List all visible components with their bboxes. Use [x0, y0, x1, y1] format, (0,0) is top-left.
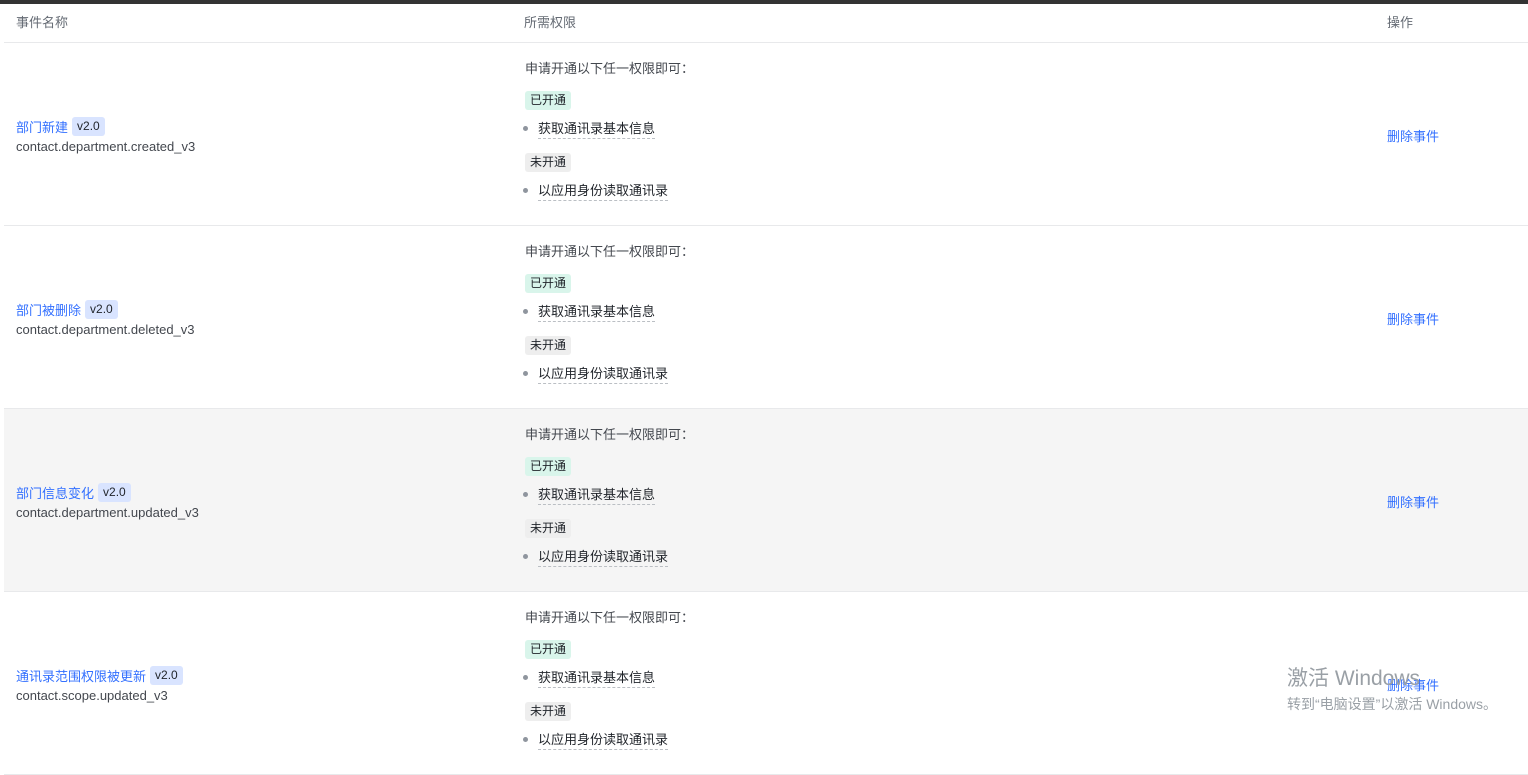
delete-event-button[interactable]: 删除事件 [1387, 492, 1439, 511]
permission-link[interactable]: 以应用身份读取通讯录 [538, 546, 669, 567]
table-row: 部门信息变化 v2.0 contact.department.updated_v… [4, 409, 1528, 592]
event-name-link[interactable]: 部门被删除 [16, 300, 81, 319]
bullet-dot-icon [523, 309, 528, 314]
permission-link[interactable]: 以应用身份读取通讯录 [538, 180, 669, 201]
disabled-status-tag: 未开通 [525, 153, 572, 172]
bullet-dot-icon [523, 371, 528, 376]
permission-link[interactable]: 以应用身份读取通讯录 [538, 729, 669, 750]
event-key: contact.department.updated_v3 [16, 505, 199, 520]
bullet-dot-icon [523, 492, 528, 497]
bullet-dot-icon [523, 737, 528, 742]
permission-item-enabled: 获取通讯录基本信息 [523, 118, 656, 139]
column-header-action: 操作 [1387, 15, 1414, 30]
permission-title: 申请开通以下任一权限即可： [525, 244, 695, 259]
table-header: 事件名称 所需权限 操作 [4, 4, 1528, 43]
permission-link[interactable]: 获取通讯录基本信息 [538, 118, 656, 139]
permission-item-disabled: 以应用身份读取通讯录 [523, 180, 669, 201]
permission-title: 申请开通以下任一权限即可： [525, 610, 695, 625]
bullet-dot-icon [523, 188, 528, 193]
event-table: 事件名称 所需权限 操作 部门新建 v2.0 contact.departmen… [4, 4, 1528, 775]
permission-link[interactable]: 获取通讯录基本信息 [538, 301, 656, 322]
permission-link[interactable]: 获取通讯录基本信息 [538, 484, 656, 505]
version-badge: v2.0 [72, 116, 105, 136]
permission-item-enabled: 获取通讯录基本信息 [523, 667, 656, 688]
event-name-cell: 部门信息变化 v2.0 contact.department.updated_v… [16, 482, 199, 520]
event-name-link[interactable]: 部门新建 [16, 117, 68, 136]
permission-title: 申请开通以下任一权限即可： [525, 61, 695, 76]
permission-item-disabled: 以应用身份读取通讯录 [523, 729, 669, 750]
permission-item-enabled: 获取通讯录基本信息 [523, 301, 656, 322]
enabled-status-tag: 已开通 [525, 457, 572, 476]
delete-event-button[interactable]: 删除事件 [1387, 675, 1439, 694]
event-name-cell: 通讯录范围权限被更新 v2.0 contact.scope.updated_v3 [16, 665, 183, 703]
event-name-link[interactable]: 部门信息变化 [16, 483, 94, 502]
event-key: contact.department.created_v3 [16, 139, 196, 154]
enabled-status-tag: 已开通 [525, 274, 572, 293]
delete-event-button[interactable]: 删除事件 [1387, 126, 1439, 145]
permission-item-enabled: 获取通讯录基本信息 [523, 484, 656, 505]
disabled-status-tag: 未开通 [525, 702, 572, 721]
table-row: 部门被删除 v2.0 contact.department.deleted_v3… [4, 226, 1528, 409]
table-row: 部门新建 v2.0 contact.department.created_v3 … [4, 43, 1528, 226]
table-row: 通讯录范围权限被更新 v2.0 contact.scope.updated_v3… [4, 592, 1528, 775]
version-badge: v2.0 [150, 665, 183, 685]
permission-item-disabled: 以应用身份读取通讯录 [523, 546, 669, 567]
disabled-status-tag: 未开通 [525, 519, 572, 538]
enabled-status-tag: 已开通 [525, 640, 572, 659]
delete-event-button[interactable]: 删除事件 [1387, 309, 1439, 328]
disabled-status-tag: 未开通 [525, 336, 572, 355]
permission-link[interactable]: 以应用身份读取通讯录 [538, 363, 669, 384]
event-key: contact.department.deleted_v3 [16, 322, 195, 337]
event-name-cell: 部门新建 v2.0 contact.department.created_v3 [16, 116, 195, 154]
version-badge: v2.0 [98, 482, 131, 502]
event-name-link[interactable]: 通讯录范围权限被更新 [16, 666, 146, 685]
enabled-status-tag: 已开通 [525, 91, 572, 110]
column-header-event-name: 事件名称 [16, 15, 69, 30]
event-name-cell: 部门被删除 v2.0 contact.department.deleted_v3 [16, 299, 195, 337]
bullet-dot-icon [523, 675, 528, 680]
permission-link[interactable]: 获取通讯录基本信息 [538, 667, 656, 688]
permission-item-disabled: 以应用身份读取通讯录 [523, 363, 669, 384]
event-key: contact.scope.updated_v3 [16, 688, 168, 703]
bullet-dot-icon [523, 126, 528, 131]
permission-title: 申请开通以下任一权限即可： [525, 427, 695, 442]
column-header-permission: 所需权限 [524, 15, 577, 30]
bullet-dot-icon [523, 554, 528, 559]
version-badge: v2.0 [85, 299, 118, 319]
